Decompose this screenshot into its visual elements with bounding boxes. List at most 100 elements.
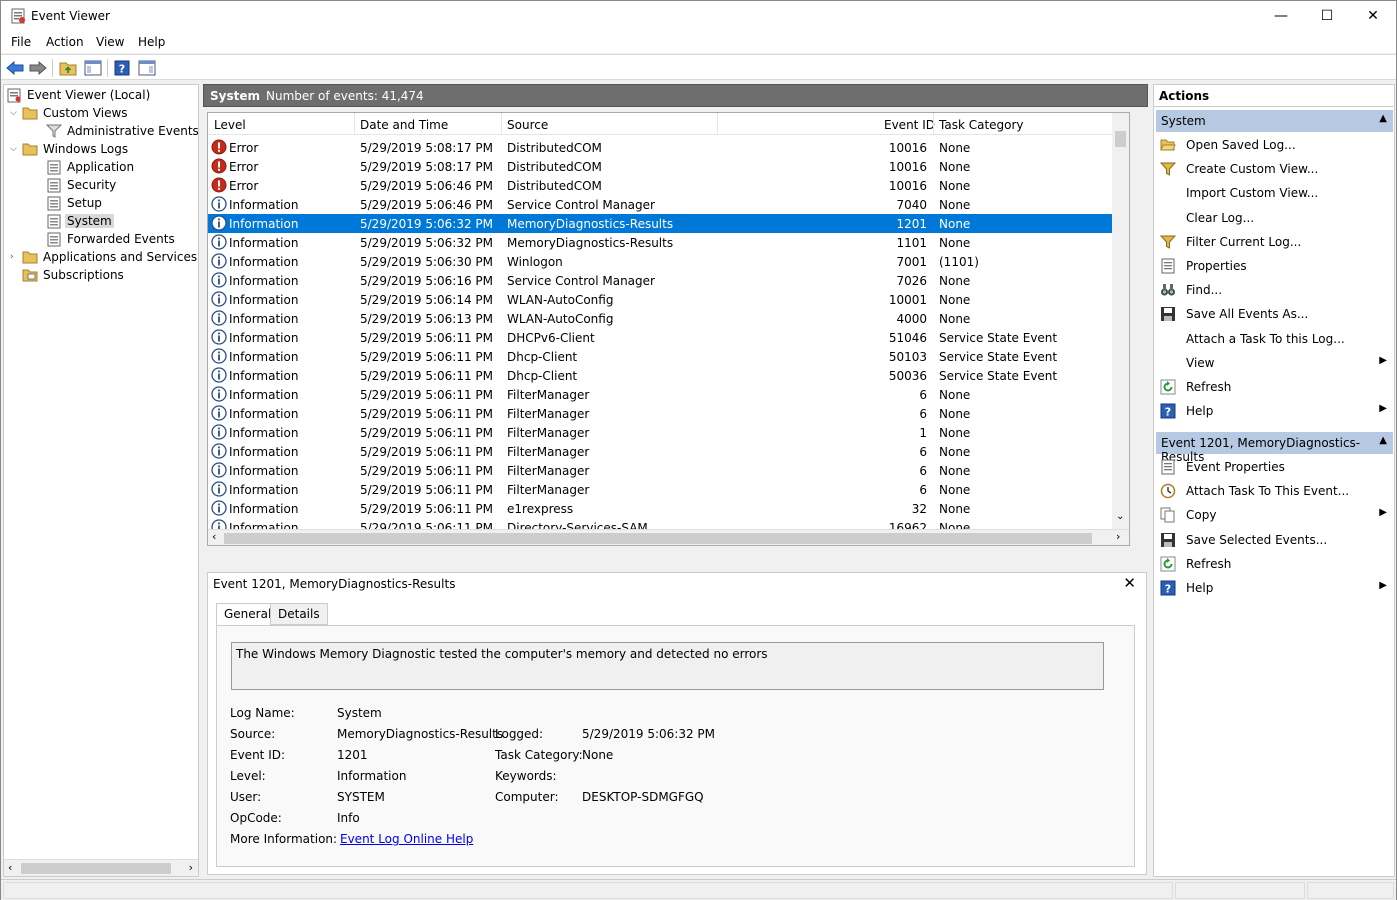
minimize-button[interactable]: — bbox=[1258, 1, 1304, 31]
event-date: 5/29/2019 5:06:11 PM bbox=[360, 331, 494, 345]
action-filter-current-log[interactable]: Filter Current Log... bbox=[1156, 230, 1393, 254]
event-description[interactable]: The Windows Memory Diagnostic tested the… bbox=[231, 642, 1104, 690]
tab-details[interactable]: Details bbox=[270, 603, 328, 625]
action-save-all-events-as[interactable]: Save All Events As... bbox=[1156, 302, 1393, 326]
tree-node-forwarded[interactable]: Forwarded Events bbox=[46, 230, 177, 248]
event-row[interactable]: Information 5/29/2019 5:06:11 PM FilterMan… bbox=[208, 404, 1129, 423]
grid-horizontal-scrollbar[interactable]: ‹ › bbox=[208, 529, 1129, 545]
preview-close-icon[interactable]: ✕ bbox=[1123, 574, 1136, 592]
scroll-thumb[interactable] bbox=[21, 863, 171, 874]
event-row[interactable]: Error 5/29/2019 5:08:17 PM DistributedCOM 1… bbox=[208, 157, 1129, 176]
tree-node-app-services[interactable]: › Applications and Services Lo bbox=[10, 248, 198, 266]
chevron-right-icon[interactable]: › bbox=[10, 252, 20, 262]
scroll-left-icon[interactable]: ‹ bbox=[212, 530, 216, 543]
actions-section-event[interactable]: Event 1201, MemoryDiagnostics-Results ▲ bbox=[1156, 432, 1393, 464]
action-help[interactable]: ? Help ▶ bbox=[1156, 399, 1393, 423]
action-refresh[interactable]: Refresh bbox=[1156, 552, 1393, 576]
action-clear-log[interactable]: Clear Log... bbox=[1156, 206, 1393, 230]
action-view[interactable]: View ▶ bbox=[1156, 351, 1393, 375]
tree-node-security[interactable]: Security bbox=[46, 176, 118, 194]
show-hide-tree-button[interactable] bbox=[83, 58, 103, 78]
tree-node-windows-logs[interactable]: ⌵ Windows Logs bbox=[10, 140, 130, 158]
event-row[interactable]: Information 5/29/2019 5:06:32 PM MemoryDia… bbox=[208, 214, 1129, 233]
event-row[interactable]: Information 5/29/2019 5:06:16 PM Service C… bbox=[208, 271, 1129, 290]
event-row[interactable]: Information 5/29/2019 5:06:11 PM DHCPv6-Cl… bbox=[208, 328, 1129, 347]
action-import-custom-view[interactable]: Import Custom View... bbox=[1156, 181, 1393, 205]
menu-help[interactable]: Help bbox=[138, 35, 165, 49]
scroll-down-icon[interactable]: ⌄ bbox=[1116, 511, 1124, 522]
tree-label: Setup bbox=[67, 196, 102, 210]
grid-vertical-scrollbar[interactable]: ⌄ bbox=[1112, 113, 1129, 529]
column-header-level[interactable]: Level bbox=[214, 118, 246, 132]
action-refresh[interactable]: Refresh bbox=[1156, 375, 1393, 399]
chevron-down-icon[interactable]: ⌵ bbox=[10, 144, 20, 154]
scroll-thumb[interactable] bbox=[224, 533, 1092, 544]
tree-node-system[interactable]: System bbox=[46, 212, 114, 230]
show-hide-action-pane-button[interactable] bbox=[137, 58, 157, 78]
chevron-down-icon[interactable]: ⌵ bbox=[10, 108, 20, 118]
event-row[interactable]: Information 5/29/2019 5:06:11 PM FilterMan… bbox=[208, 442, 1129, 461]
forward-button[interactable] bbox=[28, 58, 48, 78]
action-create-custom-view[interactable]: Create Custom View... bbox=[1156, 157, 1393, 181]
event-row[interactable]: Information 5/29/2019 5:06:11 PM e1rexpres… bbox=[208, 499, 1129, 518]
scroll-left-icon[interactable]: ‹ bbox=[8, 861, 12, 874]
column-header-event-id[interactable]: Event ID bbox=[884, 118, 935, 132]
column-header-source[interactable]: Source bbox=[507, 118, 548, 132]
column-header-task-category[interactable]: Task Category bbox=[939, 118, 1024, 132]
action-attach-task-to-this-event[interactable]: Attach Task To This Event... bbox=[1156, 479, 1393, 503]
scroll-thumb[interactable] bbox=[1115, 131, 1126, 147]
action-properties[interactable]: Properties bbox=[1156, 254, 1393, 278]
collapse-up-icon[interactable]: ▲ bbox=[1379, 435, 1387, 446]
menu-action[interactable]: Action bbox=[46, 35, 84, 49]
action-event-properties[interactable]: Event Properties bbox=[1156, 455, 1393, 479]
scroll-right-icon[interactable]: › bbox=[189, 861, 193, 874]
collapse-up-icon[interactable]: ▲ bbox=[1379, 113, 1387, 124]
tree-node-application[interactable]: Application bbox=[46, 158, 136, 176]
action-open-saved-log[interactable]: Open Saved Log... bbox=[1156, 133, 1393, 157]
event-row[interactable]: Information 5/29/2019 5:06:11 PM FilterMan… bbox=[208, 480, 1129, 499]
column-header-date[interactable]: Date and Time bbox=[360, 118, 448, 132]
event-row[interactable]: Information 5/29/2019 5:06:46 PM Service C… bbox=[208, 195, 1129, 214]
tree-node-root[interactable]: Event Viewer (Local) bbox=[6, 86, 152, 104]
event-level: Information bbox=[229, 198, 299, 212]
event-row[interactable]: Information 5/29/2019 5:06:11 PM Dhcp-Clie… bbox=[208, 347, 1129, 366]
label-logged: Logged: bbox=[495, 727, 544, 741]
action-save-selected-events[interactable]: Save Selected Events... bbox=[1156, 528, 1393, 552]
tree-node-admin-events[interactable]: Administrative Events bbox=[46, 122, 198, 140]
scroll-right-icon[interactable]: › bbox=[1116, 530, 1120, 543]
event-row[interactable]: Information 5/29/2019 5:06:11 PM FilterMan… bbox=[208, 385, 1129, 404]
tree-node-subscriptions[interactable]: Subscriptions bbox=[22, 266, 126, 284]
close-button[interactable]: ✕ bbox=[1350, 1, 1396, 31]
event-row[interactable]: Information 5/29/2019 5:06:30 PM Winlogon 7… bbox=[208, 252, 1129, 271]
event-row[interactable]: Information 5/29/2019 5:06:32 PM MemoryDia… bbox=[208, 233, 1129, 252]
event-row[interactable]: Information 5/29/2019 5:06:14 PM WLAN-Auto… bbox=[208, 290, 1129, 309]
event-source: WLAN-AutoConfig bbox=[507, 293, 614, 307]
event-row[interactable]: Information 5/29/2019 5:06:11 PM Dhcp-Clie… bbox=[208, 366, 1129, 385]
event-source: DHCPv6-Client bbox=[507, 331, 595, 345]
tree-node-setup[interactable]: Setup bbox=[46, 194, 104, 212]
event-log-online-help-link[interactable]: Event Log Online Help bbox=[340, 832, 473, 846]
menu-file[interactable]: File bbox=[11, 35, 31, 49]
help-toolbar-button[interactable]: ? bbox=[112, 58, 132, 78]
event-task-category: None bbox=[939, 274, 971, 288]
up-folder-button[interactable] bbox=[58, 58, 78, 78]
action-help[interactable]: ? Help ▶ bbox=[1156, 576, 1393, 600]
title-bar: Event Viewer — ☐ ✕ bbox=[1, 1, 1396, 31]
tree-node-custom-views[interactable]: ⌵ Custom Views bbox=[10, 104, 130, 122]
event-row[interactable]: Error 5/29/2019 5:06:46 PM DistributedCOM 1… bbox=[208, 176, 1129, 195]
event-row[interactable]: Information 5/29/2019 5:06:11 PM FilterMan… bbox=[208, 423, 1129, 442]
event-row[interactable]: Information 5/29/2019 5:06:13 PM WLAN-Auto… bbox=[208, 309, 1129, 328]
action-attach-a-task-to-this-log[interactable]: Attach a Task To this Log... bbox=[1156, 327, 1393, 351]
event-row[interactable]: Information 5/29/2019 5:06:11 PM FilterMan… bbox=[208, 461, 1129, 480]
action-find[interactable]: Find... bbox=[1156, 278, 1393, 302]
event-row[interactable]: Error 5/29/2019 5:08:17 PM DistributedCOM 1… bbox=[208, 138, 1129, 157]
actions-section-system[interactable]: System ▲ bbox=[1156, 110, 1393, 132]
action-pane-icon bbox=[138, 60, 156, 76]
menu-view[interactable]: View bbox=[96, 35, 124, 49]
back-button[interactable] bbox=[5, 58, 25, 78]
event-source: DistributedCOM bbox=[507, 179, 602, 193]
maximize-button[interactable]: ☐ bbox=[1304, 1, 1350, 31]
tree-horizontal-scrollbar[interactable]: ‹ › bbox=[4, 859, 198, 876]
window-title: Event Viewer bbox=[31, 9, 110, 23]
action-copy[interactable]: Copy ▶ bbox=[1156, 503, 1393, 527]
